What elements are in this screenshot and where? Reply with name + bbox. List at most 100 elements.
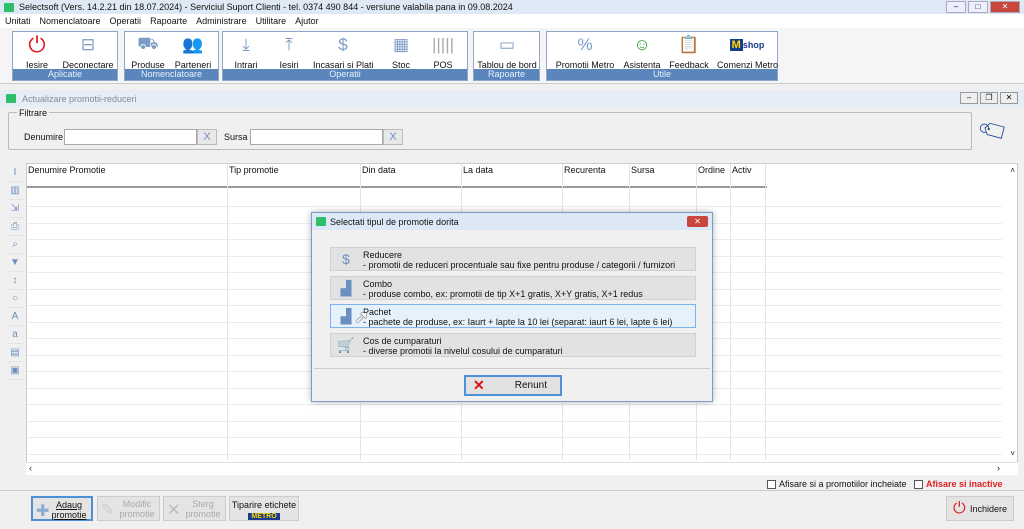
scroll-left-icon[interactable]: ‹ <box>29 463 32 473</box>
scroll-right-icon[interactable]: › <box>997 463 1000 473</box>
dialog-title-bar: Selectati tipul de promotie dorita <box>312 213 712 230</box>
promotii-metro-button[interactable]: % Promotii Metro <box>555 34 615 70</box>
app-icon <box>4 2 14 12</box>
layout-icon[interactable]: ▤ <box>6 344 24 362</box>
cart-icon: 🛒 <box>337 337 355 353</box>
inchidere-button[interactable]: ⏻ Inchidere <box>946 496 1014 521</box>
sort-icon[interactable]: ↕ <box>6 272 24 290</box>
menu-rapoarte[interactable]: Rapoarte <box>150 16 187 26</box>
deconectare-button[interactable]: ⊟ Deconectare <box>58 34 118 70</box>
dialog-app-icon <box>316 217 326 226</box>
col-la-data[interactable]: La data <box>463 165 493 175</box>
option-pachet[interactable]: ▟ Pachet - pachete de produse, ex: Iaurt … <box>330 304 696 328</box>
clear-sursa-button[interactable]: X <box>383 129 403 145</box>
maximize-button[interactable]: □ <box>968 1 988 13</box>
group-nomenclatoare: ⛟ Produse 👥 Parteneri Nomenclatoare <box>124 31 219 81</box>
col-activ[interactable]: Activ <box>732 165 752 175</box>
sursa-input[interactable] <box>250 129 383 145</box>
dialog-close-button[interactable]: ✕ <box>687 216 708 227</box>
feedback-button[interactable]: 📋 Feedback <box>659 34 719 70</box>
menu-nomenclatoare[interactable]: Nomenclatoare <box>40 16 101 26</box>
comenzi-metro-button[interactable]: Mshop Comenzi Metro <box>717 34 778 70</box>
settings-icon[interactable]: ▣ <box>6 362 24 380</box>
scroll-down-icon[interactable]: ˅ <box>1010 449 1015 458</box>
print-icon[interactable]: ⎙ <box>6 218 24 236</box>
filter-group: Filtrare Denumire X Sursa X <box>8 108 972 150</box>
parteneri-button[interactable]: 👥 Parteneri <box>163 34 223 70</box>
checkbox-box[interactable] <box>914 479 923 489</box>
menu-ajutor[interactable]: Ajutor <box>295 16 319 26</box>
col-sursa[interactable]: Sursa <box>631 165 655 175</box>
search-icon[interactable]: ⌕ <box>6 236 24 254</box>
grid-row-line <box>27 437 1002 438</box>
checkbox-inactive[interactable]: Afisare si inactive <box>914 479 1003 489</box>
clear-denumire-button[interactable]: X <box>197 129 217 145</box>
divider <box>0 490 1024 491</box>
key-card-icon: ⊟ <box>80 35 96 54</box>
col-ordine[interactable]: Ordine <box>698 165 725 175</box>
sterg-promotie-button[interactable]: ✕ Sterg promotie <box>163 496 226 521</box>
grid-column-line <box>765 164 766 460</box>
pos-button[interactable]: ||||| POS <box>413 34 473 70</box>
child-restore-button[interactable]: ❐ <box>980 92 998 104</box>
grid-row-line <box>27 404 1002 405</box>
incasari-button[interactable]: $ Incasari si Plati <box>313 34 374 70</box>
app-title-bar: Selectsoft (Vers. 14.2.21 din 18.07.2024… <box>0 0 1024 14</box>
grid-row-line <box>27 206 1002 207</box>
option-combo[interactable]: ▟ Combo - produse combo, ex: promotii de … <box>330 276 696 300</box>
mshop-logo-icon: Mshop <box>729 39 765 51</box>
adaug-promotie-button[interactable]: ✚ Adaug promotie <box>31 496 93 521</box>
checkbox-box[interactable] <box>767 479 776 489</box>
delete-x-icon: ✕ <box>167 502 181 519</box>
board-icon: ▭ <box>498 35 516 54</box>
stack-icon: ▟ <box>340 280 352 296</box>
font-icon[interactable]: A <box>6 308 24 326</box>
percent-badge-icon: % <box>577 35 593 54</box>
child-minimize-button[interactable]: – <box>960 92 978 104</box>
col-din-data[interactable]: Din data <box>362 165 396 175</box>
close-button[interactable]: ✕ <box>990 1 1020 13</box>
scroll-up-icon[interactable]: ˄ <box>1010 166 1015 175</box>
denumire-input[interactable] <box>64 129 197 145</box>
iesiri-button[interactable]: ⤒ Iesiri <box>259 34 319 70</box>
export-icon[interactable]: ⇲ <box>6 200 24 218</box>
col-recurenta[interactable]: Recurenta <box>564 165 606 175</box>
grid-row-line <box>27 453 1002 455</box>
horizontal-scrollbar[interactable]: ‹ › <box>26 462 1018 475</box>
column-select-icon[interactable]: I <box>6 164 24 182</box>
grid-header: Denumire Promotie Tip promotie Din data … <box>27 164 767 188</box>
option-cos-cumparaturi[interactable]: 🛒 Cos de cumparaturi - diverse promotii l… <box>330 333 696 357</box>
menu-operatii[interactable]: Operatii <box>110 16 142 26</box>
people-icon: 👥 <box>182 35 204 54</box>
child-app-icon <box>6 94 16 103</box>
filter-icon[interactable]: ▼ <box>6 254 24 272</box>
plus-icon: ✚ <box>36 503 50 520</box>
tiparire-etichete-button[interactable]: Tiparire etichete METRO <box>229 496 299 521</box>
refresh-icon[interactable]: ○ <box>6 290 24 308</box>
option-reducere[interactable]: $ Reducere - promotii de reduceri procent… <box>330 247 696 271</box>
group-utile: % Promotii Metro ☺ Asistenta 📋 Feedback Msh… <box>546 31 778 81</box>
dialog-divider <box>314 368 710 369</box>
grid-row-line <box>27 420 1002 422</box>
checkbox-incheiate[interactable]: Afisare si a promotiilor incheiate <box>767 479 907 489</box>
minimize-button[interactable]: – <box>946 1 966 13</box>
font-small-icon[interactable]: a <box>6 326 24 344</box>
pencil-icon: ✎ <box>101 502 115 519</box>
menu-unitati[interactable]: Unitati <box>5 16 31 26</box>
col-denumire[interactable]: Denumire Promotie <box>28 165 106 175</box>
tablou-de-bord-button[interactable]: ▭ Tablou de bord <box>477 34 537 70</box>
group-aplicatie: ⏻ Iesire ⊟ Deconectare Aplicatie <box>12 31 118 81</box>
columns-icon[interactable]: ▥ <box>6 182 24 200</box>
child-title-bar: Actualizare promotii-reduceri <box>0 90 1024 107</box>
renunt-button[interactable]: ✕ Renunt <box>464 375 562 396</box>
menu-utilitare[interactable]: Utilitare <box>256 16 287 26</box>
col-tip[interactable]: Tip promotie <box>229 165 279 175</box>
group-rapoarte: ▭ Tablou de bord Rapoarte <box>473 31 540 81</box>
menu-administrare[interactable]: Administrare <box>196 16 247 26</box>
metro-logo: METRO <box>248 513 280 520</box>
modific-promotie-button[interactable]: ✎ Modific promotie <box>97 496 160 521</box>
barcode-icon: ||||| <box>431 35 455 54</box>
grid-column-line <box>227 164 228 460</box>
child-close-button[interactable]: ✕ <box>1000 92 1018 104</box>
ribbon-toolbar: ⏻ Iesire ⊟ Deconectare Aplicatie ⛟ Produse … <box>0 28 1024 84</box>
